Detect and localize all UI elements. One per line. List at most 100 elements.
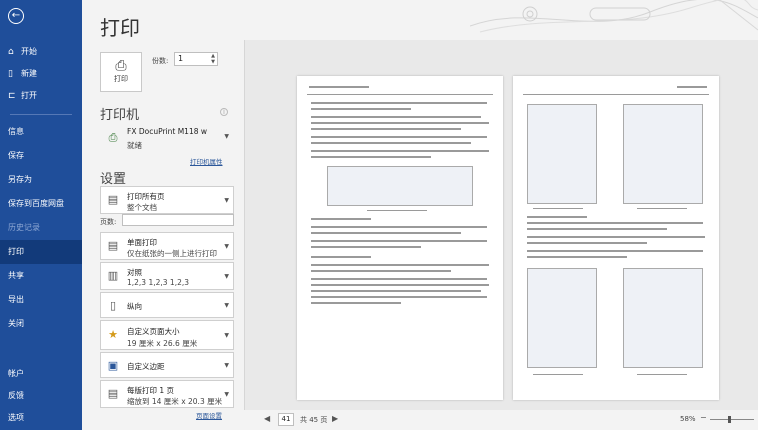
text-line xyxy=(311,232,461,234)
text-line xyxy=(527,222,703,224)
text-line xyxy=(311,116,481,118)
new-doc-icon: ▯ xyxy=(8,69,13,79)
orientation-select[interactable]: ▯ 纵向 ▼ xyxy=(100,292,234,318)
text-line xyxy=(527,250,703,252)
portrait-icon: ▯ xyxy=(109,299,117,312)
figure-dialog-screenshot xyxy=(623,104,703,204)
decorative-header-art xyxy=(470,0,758,33)
sidebar-item-save-to-baidu[interactable]: 保存到百度网盘 xyxy=(0,192,82,216)
figure-page-preview xyxy=(527,268,597,368)
printer-heading: 打印机 xyxy=(100,108,140,123)
margins-icon: ▣ xyxy=(107,359,119,372)
collate-select[interactable]: ▥ 对照 1,2,3 1,2,3 1,2,3 ▼ xyxy=(100,262,234,290)
sidebar-item-open[interactable]: ⊏ 打开 xyxy=(0,84,82,108)
text-line xyxy=(527,216,587,218)
total-pages-label: 共 45 页 xyxy=(300,416,328,424)
sidebar-item-new[interactable]: ▯ 新建 xyxy=(0,62,82,86)
zoom-out-icon[interactable]: − xyxy=(700,413,707,422)
text-line xyxy=(311,302,401,304)
chevron-down-icon: ▼ xyxy=(224,197,229,204)
sidebar-item-options[interactable]: 选项 xyxy=(0,406,82,430)
text-line xyxy=(311,296,487,298)
text-line xyxy=(527,242,647,244)
page-number-input[interactable]: 41 xyxy=(278,413,294,426)
zoom-slider-thumb[interactable] xyxy=(728,416,731,423)
printer-ready-icon: ⎙ xyxy=(108,131,118,144)
text-line xyxy=(311,246,421,248)
print-button[interactable]: ⎙ 打印 xyxy=(100,52,142,92)
next-page-icon[interactable]: ▶ xyxy=(332,414,338,423)
text-line xyxy=(307,94,493,95)
sidebar-item-info[interactable]: 信息 xyxy=(0,120,82,144)
pages-per-sheet-select[interactable]: ▤ 每版打印 1 页 缩放到 14 厘米 x 20.3 厘米 ▼ xyxy=(100,380,234,408)
text-line xyxy=(311,128,461,130)
text-line xyxy=(311,108,411,110)
sidebar-item-save[interactable]: 保存 xyxy=(0,144,82,168)
text-line xyxy=(311,284,489,286)
caption-line xyxy=(637,208,687,209)
sidebar-item-close[interactable]: 关闭 xyxy=(0,312,82,336)
text-line xyxy=(311,264,489,266)
sidebar-item-feedback[interactable]: 反馈 xyxy=(0,384,82,408)
print-preview-pane[interactable] xyxy=(244,40,758,410)
text-line xyxy=(311,142,471,144)
text-line xyxy=(311,136,487,138)
print-range-select[interactable]: ▤ 打印所有页 整个文档 ▼ xyxy=(100,186,234,214)
open-folder-icon: ⊏ xyxy=(8,91,16,101)
info-icon[interactable]: i xyxy=(220,108,228,116)
previous-page-icon[interactable]: ◀ xyxy=(264,414,270,423)
text-line xyxy=(311,240,487,242)
figure-toolbar-screenshot xyxy=(327,166,473,206)
page-setup-link[interactable]: 页面设置 xyxy=(196,410,222,420)
sides-select[interactable]: ▤ 单面打印 仅在纸张的一侧上进行打印 ▼ xyxy=(100,232,234,260)
figure-page-preview xyxy=(623,268,703,368)
preview-page-left xyxy=(297,76,503,400)
sidebar-item-export[interactable]: 导出 xyxy=(0,288,82,312)
preview-page-right xyxy=(513,76,719,400)
one-sided-icon: ▤ xyxy=(107,239,119,252)
text-line xyxy=(311,218,371,220)
chevron-down-icon: ▼ xyxy=(224,133,229,140)
zoom-level[interactable]: 58% xyxy=(680,415,696,423)
collate-icon: ▥ xyxy=(107,269,119,282)
copies-stepper[interactable]: 1 ▲ ▼ xyxy=(174,52,218,66)
margins-select[interactable]: ▣ 自定义边距 ▼ xyxy=(100,352,234,378)
text-line xyxy=(311,156,431,158)
pages-icon: ▤ xyxy=(107,193,119,206)
page-header-line xyxy=(309,86,369,88)
stepper-arrows-icon[interactable]: ▲ ▼ xyxy=(211,53,215,65)
text-line xyxy=(523,94,709,95)
paper-size-select[interactable]: ★ 自定义页面大小 19 厘米 x 26.6 厘米 ▼ xyxy=(100,320,234,350)
text-line xyxy=(527,256,627,258)
text-line xyxy=(311,102,487,104)
text-line xyxy=(311,270,451,272)
chevron-down-icon: ▼ xyxy=(224,362,229,369)
pages-label: 页数: xyxy=(100,218,117,226)
text-line xyxy=(311,290,481,292)
figure-dialog-screenshot xyxy=(527,104,597,204)
pages-input[interactable] xyxy=(122,214,234,226)
sidebar-item-share[interactable]: 共享 xyxy=(0,264,82,288)
printer-properties-link[interactable]: 打印机属性 xyxy=(190,156,223,166)
paper-size-icon: ★ xyxy=(108,328,118,341)
zoom-slider[interactable] xyxy=(710,419,754,420)
sidebar-item-account[interactable]: 帐户 xyxy=(0,362,82,386)
chevron-down-icon: ▼ xyxy=(224,273,229,280)
chevron-down-icon: ▼ xyxy=(224,391,229,398)
text-line xyxy=(311,150,489,152)
backstage-print-view: ← ⌂ 开始 ▯ 新建 ⊏ 打开 信息 保存 另存为 保存到百度网盘 历史记录 打印 … xyxy=(0,0,758,430)
printer-select[interactable]: ⎙ FX DocuPrint M118 w 就绪 ▼ xyxy=(100,122,234,154)
copies-label: 份数: xyxy=(152,57,169,65)
backstage-sidebar: ← ⌂ 开始 ▯ 新建 ⊏ 打开 信息 保存 另存为 保存到百度网盘 历史记录 打印 … xyxy=(0,0,82,430)
text-line xyxy=(311,278,487,280)
sidebar-item-print[interactable]: 打印 xyxy=(0,240,82,264)
text-line xyxy=(311,256,371,258)
back-arrow-icon[interactable]: ← xyxy=(8,8,24,24)
settings-heading: 设置 xyxy=(100,172,127,187)
sidebar-item-home[interactable]: ⌂ 开始 xyxy=(0,40,82,64)
text-line xyxy=(527,228,667,230)
text-line xyxy=(311,226,487,228)
print-settings-panel: ⎙ 打印 份数: 1 ▲ ▼ 打印机 i ⎙ FX DocuPrint M118 … xyxy=(100,44,234,424)
caption-line xyxy=(367,210,427,211)
sidebar-item-save-as[interactable]: 另存为 xyxy=(0,168,82,192)
